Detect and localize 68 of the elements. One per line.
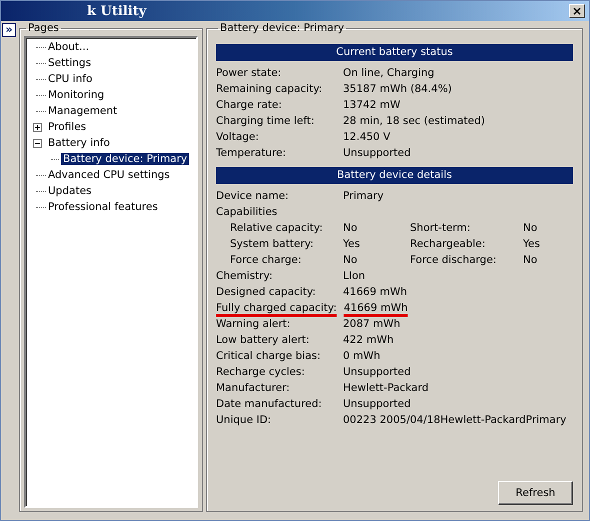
field-value: No — [343, 222, 358, 234]
tree-item[interactable]: Battery device: Primary — [61, 153, 190, 165]
tree-item[interactable]: About... — [46, 41, 92, 53]
tree-item[interactable]: Monitoring — [46, 89, 106, 101]
field-label: Temperature: — [216, 147, 288, 159]
field-label: Date manufactured: — [216, 398, 323, 410]
tree-item[interactable]: Advanced CPU settings — [46, 169, 172, 181]
field-label: Chemistry: — [216, 270, 274, 282]
field-label: Charge rate: — [216, 99, 283, 111]
field-label: Short-term: — [410, 222, 472, 234]
tree-item[interactable]: Management — [46, 105, 120, 117]
field-value: 422 mWh — [343, 334, 394, 346]
field-value: 00223 2005/04/18Hewlett-PackardPrimary — [343, 414, 566, 426]
tree-item[interactable]: Updates — [46, 185, 94, 197]
field-label: Power state: — [216, 67, 282, 79]
field-value: No — [343, 254, 358, 266]
field-value: 35187 mWh (84.4%) — [343, 83, 452, 95]
field-value: Yes — [523, 238, 540, 250]
field-label: Force discharge: — [410, 254, 498, 266]
field-value: No — [523, 222, 538, 234]
field-label: Manufacturer: — [216, 382, 291, 394]
expand-button[interactable]: » — [2, 23, 16, 37]
field-label: Voltage: — [216, 131, 260, 143]
group-title: Battery device: Primary — [219, 22, 346, 34]
field-value: Primary — [343, 190, 384, 202]
refresh-button[interactable]: Refresh — [498, 481, 573, 505]
field-value: Unsupported — [343, 147, 411, 159]
field-label: Force charge: — [229, 254, 302, 266]
field-label: Unique ID: — [216, 414, 272, 426]
tree-item[interactable]: CPU info — [46, 73, 94, 85]
close-button[interactable]: × — [569, 4, 585, 18]
window-title: k Utility — [87, 4, 146, 18]
field-value: 13742 mW — [343, 99, 400, 111]
section-header: Current battery status — [216, 44, 573, 61]
field-label: Warning alert: — [216, 318, 292, 330]
tree-item[interactable]: Battery info — [46, 137, 112, 149]
field-label: Critical charge bias: — [216, 350, 322, 362]
field-label: Designed capacity: — [216, 286, 317, 298]
field-value: No — [523, 254, 538, 266]
field-value: Yes — [343, 238, 361, 250]
field-label: Relative capacity: — [229, 222, 324, 234]
group-title: Pages — [27, 22, 60, 34]
tree-item[interactable]: Settings — [46, 57, 94, 69]
field-label: Rechargeable: — [410, 238, 486, 250]
expander-icon[interactable] — [33, 122, 42, 132]
field-value: 41669 mWh — [344, 302, 408, 314]
field-label: Charging time left: — [216, 115, 316, 127]
expander-icon[interactable] — [33, 138, 42, 148]
field-label: Recharge cycles: — [216, 366, 306, 378]
field-label: System battery: — [229, 238, 315, 250]
field-value: 12.450 V — [343, 131, 390, 143]
field-label: Device name: — [216, 190, 290, 202]
field-label: Low battery alert: — [216, 334, 310, 346]
field-value: Unsupported — [343, 366, 411, 378]
field-value: 0 mWh — [343, 350, 380, 362]
tree-item[interactable]: Profiles — [46, 121, 88, 133]
field-label: Remaining capacity: — [216, 83, 324, 95]
field-value: LIon — [343, 270, 366, 282]
field-value: 28 min, 18 sec (estimated) — [343, 115, 485, 127]
section-header: Battery device details — [216, 167, 573, 184]
field-value: Hewlett-Packard — [343, 382, 429, 394]
field-value: 2087 mWh — [343, 318, 400, 330]
field-caption: Capabilities — [216, 206, 278, 218]
field-value: 41669 mWh — [343, 286, 408, 298]
field-label: Fully charged capacity: — [216, 302, 337, 314]
field-value: Unsupported — [343, 398, 411, 410]
tree-item[interactable]: Professional features — [46, 201, 160, 213]
field-value: On line, Charging — [343, 67, 434, 79]
